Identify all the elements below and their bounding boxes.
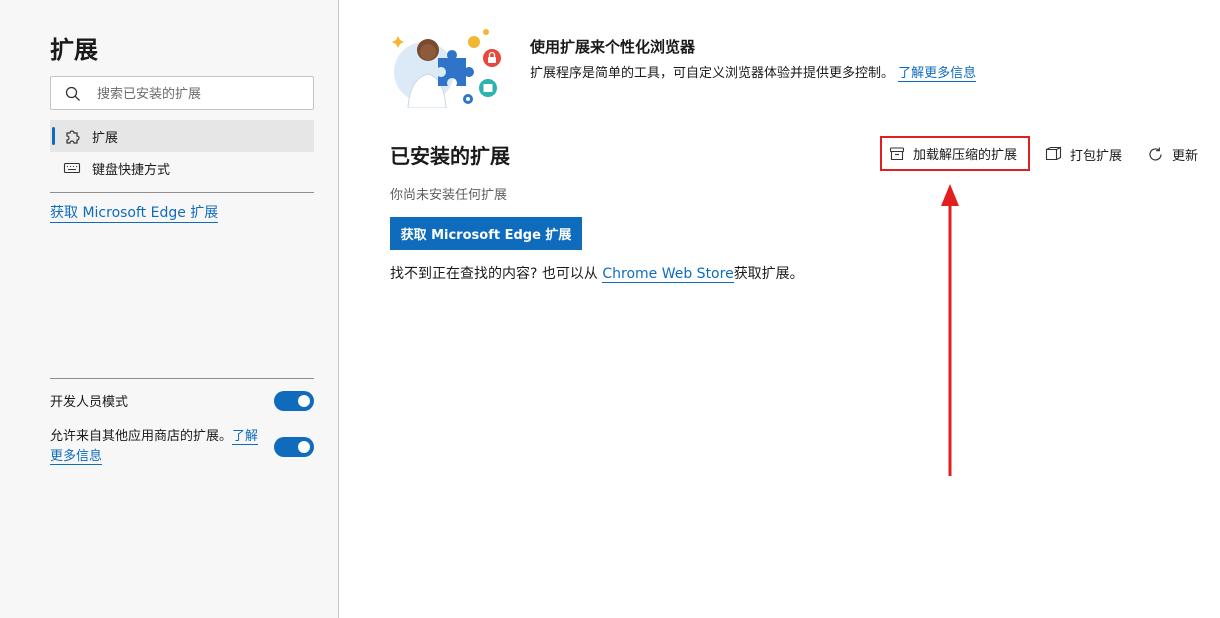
developer-mode-toggle[interactable] xyxy=(274,391,314,411)
sidebar-item-extensions[interactable]: 扩展 xyxy=(50,120,314,152)
hero-learn-more-link[interactable]: 了解更多信息 xyxy=(898,66,977,82)
pack-extension-button[interactable]: 打包扩展 xyxy=(1045,140,1122,168)
keyboard-icon xyxy=(63,162,81,174)
extensions-illustration xyxy=(392,29,501,108)
allow-other-stores-text: 允许来自其他应用商店的扩展。了解更多信息 xyxy=(50,427,264,467)
hero-description-text: 扩展程序是简单的工具，可自定义浏览器体验并提供更多控制。 xyxy=(530,66,895,81)
get-extensions-button[interactable]: 获取 Microsoft Edge 扩展 xyxy=(390,217,582,250)
search-icon xyxy=(65,86,80,101)
hero-description: 扩展程序是简单的工具，可自定义浏览器体验并提供更多控制。 了解更多信息 xyxy=(530,62,977,82)
search-box[interactable] xyxy=(50,76,314,110)
sidebar-item-keyboard-shortcuts[interactable]: 键盘快捷方式 xyxy=(50,152,314,184)
hero-title: 使用扩展来个性化浏览器 xyxy=(530,38,696,56)
divider xyxy=(50,378,314,379)
update-label: 更新 xyxy=(1172,148,1199,164)
puzzle-icon xyxy=(66,130,80,144)
find-more-text: 找不到正在查找的内容? 也可以从 Chrome Web Store获取扩展。 xyxy=(390,263,804,283)
installed-extensions-heading: 已安装的扩展 xyxy=(390,144,510,168)
update-button[interactable]: 更新 xyxy=(1147,140,1198,168)
developer-mode-label: 开发人员模式 xyxy=(50,395,129,410)
sidebar-item-label: 扩展 xyxy=(92,131,119,146)
page-title: 扩展 xyxy=(50,36,98,64)
archive-icon xyxy=(889,146,905,160)
toggle-knob xyxy=(298,441,310,453)
allow-other-stores-toggle[interactable] xyxy=(274,437,314,457)
find-more-prefix: 找不到正在查找的内容? 也可以从 xyxy=(390,266,598,282)
empty-state-message: 你尚未安装任何扩展 xyxy=(390,188,508,203)
sidebar: 扩展 扩展 键盘快捷方式 获取 Microsoft Edge 扩展 开发人员模式 xyxy=(0,0,339,618)
chrome-web-store-link[interactable]: Chrome Web Store xyxy=(602,266,734,283)
active-indicator xyxy=(52,127,55,145)
search-input[interactable] xyxy=(95,83,309,105)
pack-extension-label: 打包扩展 xyxy=(1070,148,1123,164)
get-extensions-link[interactable]: 获取 Microsoft Edge 扩展 xyxy=(50,202,219,223)
annotation-arrow xyxy=(941,184,959,476)
sidebar-item-label: 键盘快捷方式 xyxy=(92,163,171,178)
find-more-suffix: 获取扩展。 xyxy=(733,266,804,282)
load-unpacked-button[interactable]: 加载解压缩的扩展 xyxy=(880,136,1030,171)
package-icon xyxy=(1045,146,1062,161)
load-unpacked-label: 加载解压缩的扩展 xyxy=(913,148,1018,163)
divider xyxy=(50,192,314,193)
refresh-icon xyxy=(1149,147,1162,160)
toggle-knob xyxy=(298,395,310,407)
allow-other-stores-label: 允许来自其他应用商店的扩展。 xyxy=(50,429,233,444)
